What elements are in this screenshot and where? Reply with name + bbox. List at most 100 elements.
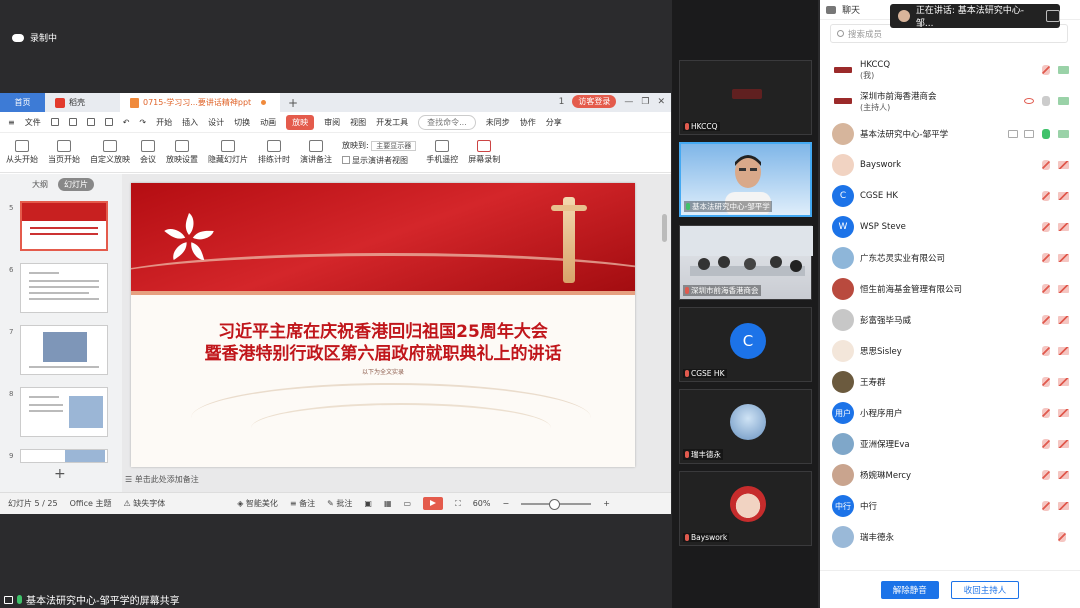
zoom-in-icon[interactable]: +: [603, 499, 610, 508]
meeting-button[interactable]: 会议: [140, 140, 156, 165]
participant-row[interactable]: 中行 中行: [820, 492, 1080, 520]
participant-row[interactable]: 彭富强毕马威: [820, 306, 1080, 334]
menu-review[interactable]: 审阅: [324, 117, 340, 128]
mic-off-icon[interactable]: [1042, 315, 1050, 325]
camera-off-icon[interactable]: [1058, 223, 1069, 231]
mic-off-icon[interactable]: [1042, 346, 1050, 356]
rehearse-button[interactable]: 排练计时: [258, 140, 290, 165]
participant-row[interactable]: 王寿群: [820, 368, 1080, 396]
participant-row[interactable]: 杨婉琳Mercy: [820, 461, 1080, 489]
camera-off-icon[interactable]: [1058, 471, 1069, 479]
menu-transition[interactable]: 切换: [234, 117, 250, 128]
from-start-button[interactable]: 从头开始: [6, 140, 38, 165]
participant-row[interactable]: C CGSE HK: [820, 182, 1080, 210]
participant-row[interactable]: 思思Sisley: [820, 337, 1080, 365]
menu-insert[interactable]: 插入: [182, 117, 198, 128]
screen-record-button[interactable]: 屏幕录制: [468, 140, 500, 165]
eye-icon[interactable]: [1024, 98, 1034, 104]
video-tile-speaker[interactable]: 基本法研究中心-邹平学: [679, 142, 812, 217]
mic-off-icon[interactable]: [1058, 532, 1066, 542]
participant-row[interactable]: 瑞丰德永: [820, 523, 1080, 551]
print-icon[interactable]: [86, 118, 95, 126]
show-settings-button[interactable]: 放映设置: [166, 140, 198, 165]
restore-icon[interactable]: ❐: [641, 97, 649, 107]
visitor-login-button[interactable]: 访客登录: [572, 95, 617, 108]
camera-off-icon[interactable]: [1058, 316, 1069, 324]
camera-off-icon[interactable]: [1058, 378, 1069, 386]
mic-off-icon[interactable]: [1042, 439, 1050, 449]
normal-view-icon[interactable]: ▣: [364, 499, 372, 508]
slide-thumbnail[interactable]: [20, 263, 108, 313]
video-tile-bayswork[interactable]: Bayswork: [679, 471, 812, 546]
mic-off-icon[interactable]: [1042, 191, 1050, 201]
zoom-slider[interactable]: [521, 498, 592, 510]
camera-off-icon[interactable]: [1058, 440, 1069, 448]
camera-off-icon[interactable]: [1058, 409, 1069, 417]
video-tile-cgse[interactable]: C CGSE HK: [679, 307, 812, 382]
export-icon[interactable]: [68, 118, 77, 126]
camera-icon[interactable]: [1058, 97, 1069, 105]
slide-thumbnail[interactable]: [20, 201, 108, 251]
slide-thumbnail[interactable]: [20, 449, 108, 463]
outline-tab[interactable]: 大纲: [32, 179, 48, 190]
camera-icon[interactable]: [1058, 66, 1069, 74]
menu-home[interactable]: 开始: [156, 117, 172, 128]
camera-off-icon[interactable]: [1058, 502, 1069, 510]
close-icon[interactable]: ✕: [657, 97, 665, 107]
mic-off-icon[interactable]: [1042, 284, 1050, 294]
zoom-out-icon[interactable]: −: [503, 499, 510, 508]
camera-icon[interactable]: [1058, 130, 1069, 138]
camera-off-icon[interactable]: [1058, 192, 1069, 200]
reading-view-icon[interactable]: ▭: [404, 499, 412, 508]
missing-font-button[interactable]: ⚠ 缺失字体: [124, 498, 166, 509]
hide-slide-button[interactable]: 隐藏幻灯片: [208, 140, 248, 165]
notes-placeholder[interactable]: ☰ 单击此处添加备注: [125, 474, 199, 485]
participant-row[interactable]: 恒生前海基金管理有限公司: [820, 275, 1080, 303]
mic-on-icon[interactable]: [1042, 129, 1050, 139]
mic-off-icon[interactable]: [1042, 408, 1050, 418]
video-tile-hkccq[interactable]: HKCCQ: [679, 60, 812, 135]
reclaim-host-button[interactable]: 收回主持人: [950, 580, 1020, 599]
mic-off-icon[interactable]: [1042, 470, 1050, 480]
slide-thumbnail[interactable]: [20, 325, 108, 375]
camera-off-icon[interactable]: [1058, 254, 1069, 262]
participant-row[interactable]: Bayswork: [820, 151, 1080, 179]
video-tile-room[interactable]: 深圳市前海香港商会: [679, 225, 813, 300]
tab-docer[interactable]: 稻壳: [45, 93, 120, 112]
menu-developer[interactable]: 开发工具: [376, 117, 408, 128]
mic-off-icon[interactable]: [1042, 222, 1050, 232]
save-icon[interactable]: [50, 118, 59, 126]
mic-off-icon[interactable]: [1042, 253, 1050, 263]
menu-view[interactable]: 视图: [350, 117, 366, 128]
participant-row[interactable]: 基本法研究中心-邹平学: [820, 120, 1080, 148]
add-slide-button[interactable]: +: [54, 466, 66, 482]
preview-icon[interactable]: [104, 118, 113, 126]
redo-icon[interactable]: ↷: [139, 118, 146, 127]
mic-off-icon[interactable]: [1042, 377, 1050, 387]
presenter-view-checkbox[interactable]: 显示演讲者视图: [342, 155, 416, 166]
notes-toggle[interactable]: ≡ 备注: [290, 498, 315, 509]
menu-slideshow[interactable]: 放映: [286, 114, 315, 130]
display-select[interactable]: 主要显示器: [371, 140, 417, 151]
sync-status[interactable]: 未同步: [486, 117, 510, 128]
camera-off-icon[interactable]: [1058, 347, 1069, 355]
video-tile-ruifeng[interactable]: 瑞丰德永: [679, 389, 812, 464]
current-slide[interactable]: 习近平主席在庆祝香港回归祖国25周年大会 暨香港特别行政区第六届政府就职典礼上的…: [131, 183, 635, 467]
phone-remote-button[interactable]: 手机遥控: [426, 140, 458, 165]
new-tab-button[interactable]: +: [280, 93, 306, 112]
from-current-button[interactable]: 当页开始: [48, 140, 80, 165]
participant-row[interactable]: 亚洲保理Eva: [820, 430, 1080, 458]
play-slideshow-button[interactable]: [423, 497, 444, 510]
minimize-icon[interactable]: —: [624, 97, 633, 107]
menu-animation[interactable]: 动画: [260, 117, 276, 128]
presenter-notes-button[interactable]: 演讲备注: [300, 140, 332, 165]
camera-off-icon[interactable]: [1058, 285, 1069, 293]
hamburger-icon[interactable]: ≡: [8, 118, 15, 127]
slides-tab[interactable]: 幻灯片: [58, 177, 94, 191]
participant-row[interactable]: 深圳市前海香港商会 (主持人): [820, 87, 1080, 115]
beautify-button[interactable]: ◈ 智能美化: [237, 498, 278, 509]
menu-design[interactable]: 设计: [208, 117, 224, 128]
expand-icon[interactable]: [1046, 10, 1060, 22]
undo-icon[interactable]: ↶: [123, 118, 130, 127]
participant-row[interactable]: 用户 小程序用户: [820, 399, 1080, 427]
